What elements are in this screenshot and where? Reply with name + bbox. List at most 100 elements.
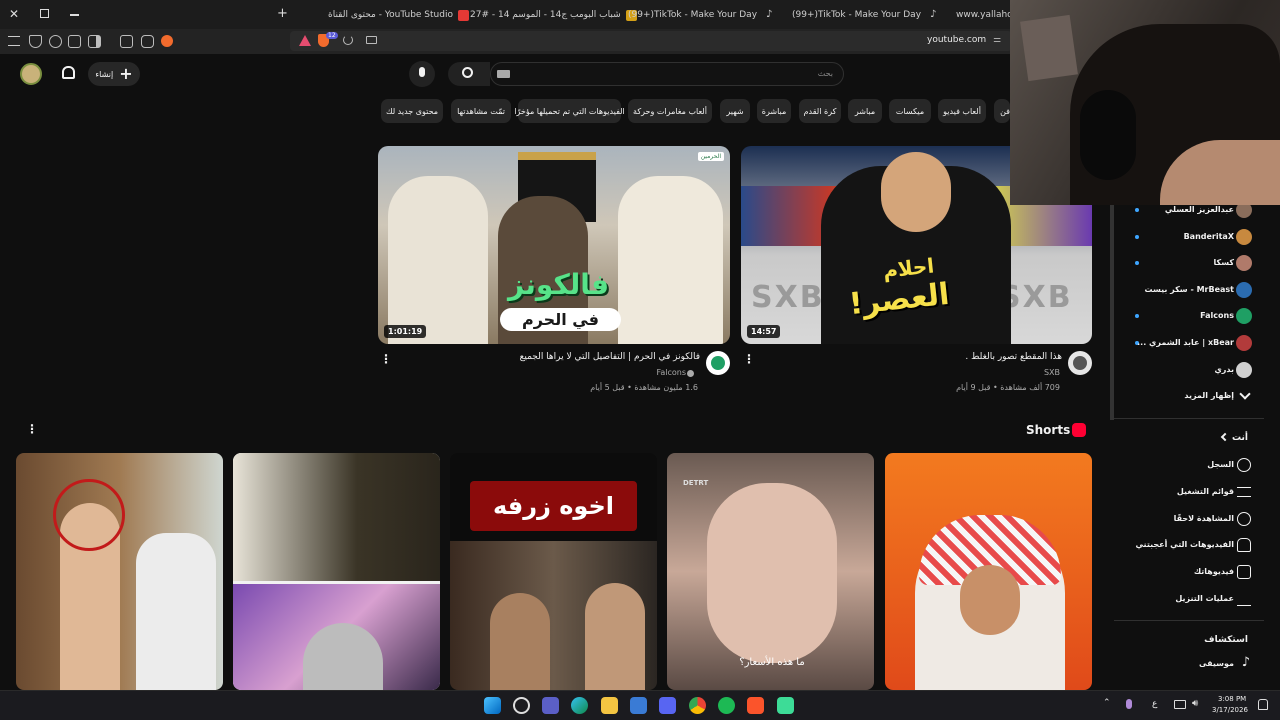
sidebar-item-your-videos[interactable]: فيديوهاتك — [1110, 560, 1280, 584]
site-settings-icon[interactable]: ⚌ — [993, 35, 1001, 45]
person-image — [136, 533, 216, 690]
short-thumbnail[interactable]: DETRT ما هذه الأسعار؟ — [667, 453, 874, 690]
chip[interactable]: ميكسات — [889, 99, 931, 123]
reload-icon[interactable] — [343, 35, 353, 45]
brave-news-icon[interactable] — [299, 35, 311, 46]
more-options-icon[interactable]: ⋮ — [743, 352, 755, 366]
music-icon: ♪ — [1241, 655, 1250, 670]
search-input[interactable]: بحث — [490, 62, 844, 86]
note-image — [1020, 14, 1078, 82]
brave-rewards-icon[interactable] — [161, 35, 173, 47]
store-icon[interactable] — [630, 697, 647, 714]
shorts-logo-icon — [1072, 423, 1086, 437]
chip[interactable]: ألعاب مغامرات وحركة — [628, 99, 712, 123]
more-options-icon[interactable]: ⋮ — [380, 352, 392, 366]
sidebar-item-downloads[interactable]: عمليات التنزيل — [1110, 587, 1280, 611]
pin-icon[interactable] — [49, 35, 62, 48]
clock-time[interactable]: 3:08 PM — [1218, 695, 1246, 703]
subscription-item[interactable]: Falcons — [1110, 304, 1280, 328]
chip[interactable]: مباشر — [848, 99, 882, 123]
keyboard-icon[interactable] — [497, 70, 510, 78]
edge-icon[interactable] — [571, 697, 588, 714]
sidebar-item-liked[interactable]: الفيديوهات التي أعجبتني — [1110, 533, 1280, 557]
reader-icon[interactable] — [120, 35, 133, 48]
file-explorer-icon[interactable] — [601, 697, 618, 714]
notifications-icon[interactable] — [62, 66, 75, 79]
channel-avatar[interactable] — [1068, 351, 1092, 375]
video-title[interactable]: هذا المقطع تصور بالغلط . — [965, 352, 1062, 362]
browser-tab[interactable]: شباب البومب ج14 - الموسم 14 - #27 — [470, 6, 637, 24]
cast-icon[interactable] — [366, 36, 377, 44]
short-thumbnail[interactable]: اخوه زرفه — [450, 453, 657, 690]
microphone-tray-icon[interactable] — [1126, 699, 1132, 709]
new-tab-icon[interactable]: + — [277, 6, 288, 21]
subscription-item[interactable]: BanderitaX — [1110, 225, 1280, 249]
url-text[interactable]: youtube.com — [927, 35, 986, 45]
brave-icon[interactable] — [747, 697, 764, 714]
wallet-icon[interactable] — [68, 35, 81, 48]
subscription-label: كسكا — [1213, 258, 1234, 267]
subscription-item[interactable]: MrBeast - سكر بيست — [1110, 278, 1280, 302]
person-image — [388, 176, 488, 344]
chip[interactable]: ألعاب فيديو — [938, 99, 986, 123]
chip[interactable]: مباشرة — [757, 99, 791, 123]
volume-icon[interactable]: 🔊︎ — [1192, 698, 1198, 709]
chip[interactable]: تمّت مشاهدتها — [451, 99, 511, 123]
shield-icon[interactable] — [29, 35, 42, 48]
discord-icon[interactable] — [659, 697, 676, 714]
video-thumbnail[interactable]: الحرمين فالكونز في الحرم 1:01:19 — [378, 146, 730, 344]
browser-tab[interactable]: محتوى القناة - YouTube Studio — [328, 6, 469, 24]
close-window-icon[interactable]: ✕ — [9, 7, 19, 21]
short-thumbnail[interactable] — [233, 453, 440, 690]
chrome-icon[interactable] — [689, 697, 706, 714]
channel-name[interactable]: Falcons — [656, 368, 686, 377]
subscription-item[interactable]: xBear | عابد الشمري ... — [1110, 331, 1280, 355]
chip[interactable]: كرة القدم — [799, 99, 841, 123]
subscription-item[interactable]: كسكا — [1110, 251, 1280, 275]
extensions-icon[interactable] — [141, 35, 154, 48]
you-header[interactable]: أنت — [1110, 426, 1280, 450]
show-more-button[interactable]: إظهار المزيد — [1110, 384, 1280, 408]
sidebar-item-music[interactable]: موسيقى ♪ — [1110, 652, 1280, 676]
channel-name[interactable]: SXB — [1044, 368, 1060, 377]
tab-label: شباب البومب ج14 - الموسم 14 - #27 — [470, 10, 621, 20]
chip[interactable]: فن — [994, 99, 1010, 123]
start-icon[interactable] — [484, 697, 501, 714]
channel-avatar[interactable] — [706, 351, 730, 375]
avatar[interactable] — [20, 63, 42, 85]
video-title[interactable]: فالكونز في الحرم | التفاصيل التي لا يراه… — [520, 352, 700, 362]
app-icon[interactable] — [777, 697, 794, 714]
shorts-more-icon[interactable]: ⋮ — [26, 422, 38, 436]
show-hidden-icons[interactable]: ⌃ — [1103, 698, 1111, 708]
subscription-label: MrBeast - سكر بيست — [1144, 285, 1234, 294]
guide-sidebar: عبدالعزيز العسلي BanderitaX كسكا MrBeast… — [1110, 200, 1280, 690]
minimize-window-icon[interactable] — [70, 14, 79, 16]
sidebar-item-history[interactable]: السجل — [1110, 453, 1280, 477]
microphone-icon[interactable] — [409, 61, 435, 87]
spotify-icon[interactable] — [718, 697, 735, 714]
copilot-icon[interactable] — [513, 697, 530, 714]
restore-window-icon[interactable] — [40, 9, 49, 18]
network-icon[interactable] — [1174, 700, 1186, 709]
short-thumbnail[interactable] — [885, 453, 1092, 690]
short-thumbnail[interactable] — [16, 453, 223, 690]
search-button[interactable] — [448, 62, 490, 86]
language-indicator[interactable]: ع — [1152, 699, 1157, 709]
address-bar[interactable]: 12 youtube.com ⚌ — [290, 31, 1012, 51]
browser-tab[interactable]: (99+)TikTok - Make Your Day ♪ — [792, 6, 936, 24]
subscription-item[interactable]: بدري — [1110, 358, 1280, 382]
shield-badge: 12 — [326, 32, 338, 39]
notification-center-icon[interactable] — [1258, 699, 1268, 710]
sidebar-toggle-icon[interactable] — [88, 35, 101, 48]
sidebar-item-watch-later[interactable]: المشاهدة لاحقًا — [1110, 507, 1280, 531]
sidebar-item-playlists[interactable]: قوائم التشغيل — [1110, 480, 1280, 504]
chip[interactable]: الفيديوهات التي تم تحميلها مؤخرًا — [514, 99, 625, 123]
create-button[interactable]: إنشاء + — [88, 62, 140, 86]
chip[interactable]: شهير — [720, 99, 750, 123]
clock-date[interactable]: 3/17/2026 — [1212, 706, 1248, 714]
chip[interactable]: محتوى جديد لك — [381, 99, 443, 123]
subscription-label: عبدالعزيز العسلي — [1164, 205, 1234, 214]
browser-tab[interactable]: (99+)TikTok - Make Your Day ♪ — [628, 6, 772, 24]
teams-icon[interactable] — [542, 697, 559, 714]
menu-icon[interactable] — [8, 36, 20, 46]
